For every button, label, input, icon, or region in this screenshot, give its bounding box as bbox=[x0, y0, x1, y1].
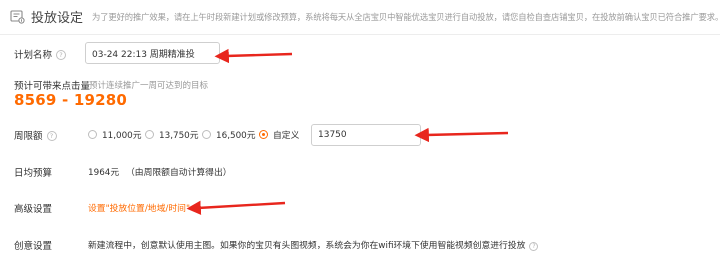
annotation-arrow-icon bbox=[186, 48, 509, 216]
